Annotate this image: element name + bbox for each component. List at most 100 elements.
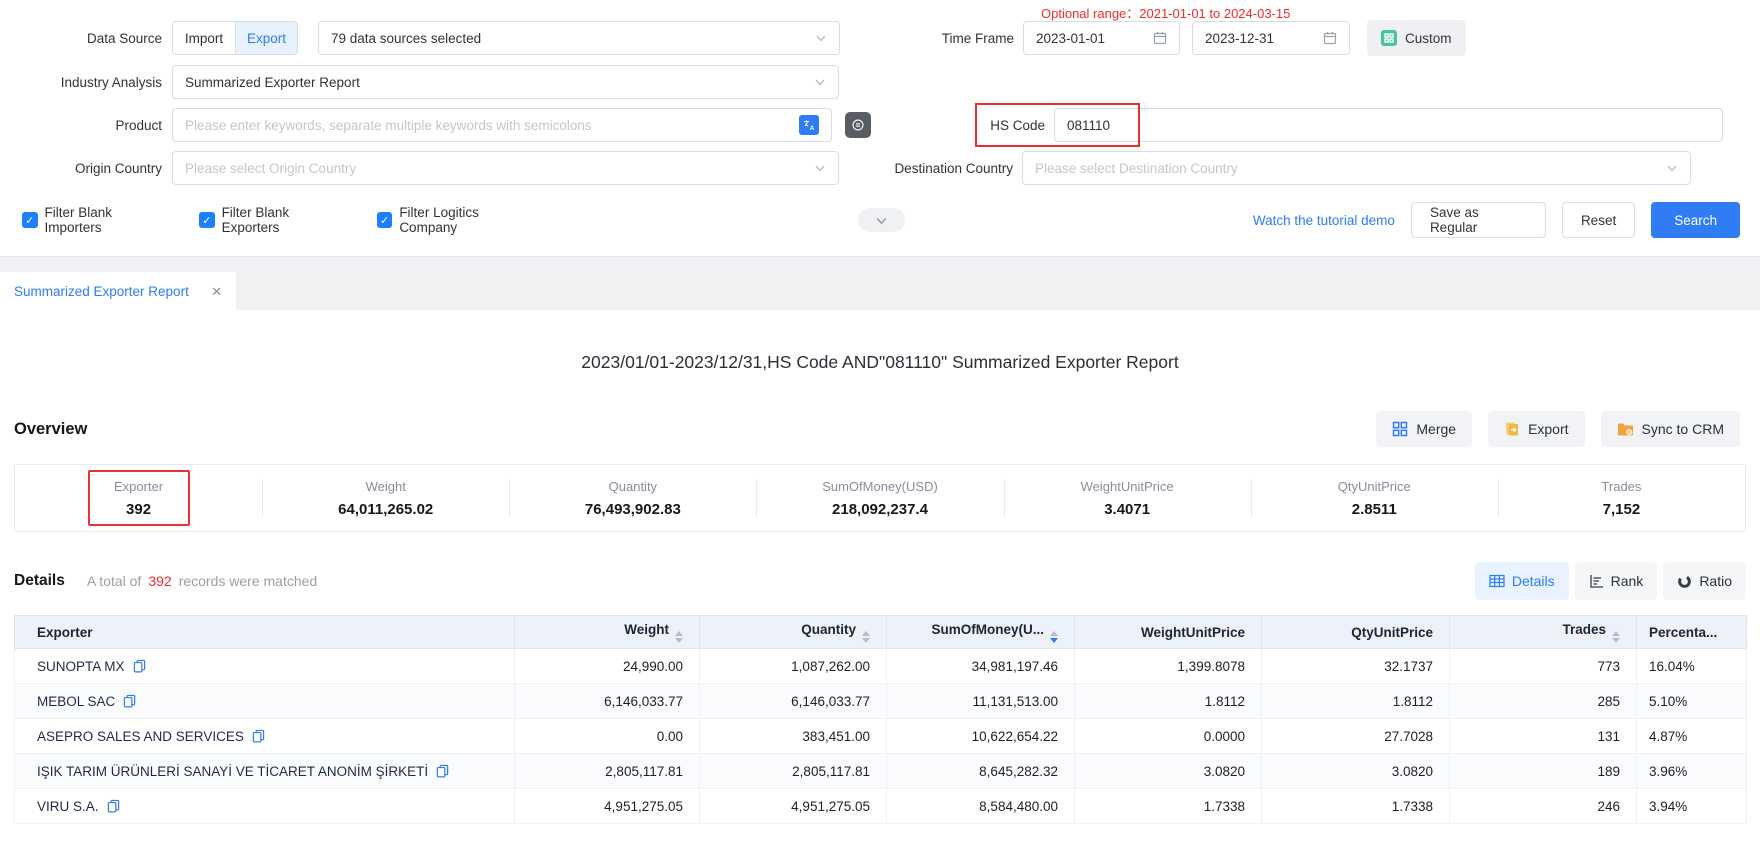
table-row: SUNOPTA MX 24,990.00 1,087,262.00 34,981… <box>15 649 1747 684</box>
destination-country-select[interactable] <box>1022 151 1691 185</box>
data-source-select[interactable]: 79 data sources selected <box>318 21 840 55</box>
chevron-down-icon <box>815 32 827 44</box>
copy-icon[interactable] <box>107 799 120 813</box>
filter-logitics-company-checkbox[interactable]: Filter Logitics Company <box>377 205 536 235</box>
table-icon <box>1489 574 1505 588</box>
quantity-cell: 383,451.00 <box>700 719 887 754</box>
product-keywords-input[interactable]: A <box>172 108 832 142</box>
import-toggle-button[interactable]: Import <box>173 22 235 54</box>
filter-blank-importers-label: Filter Blank Importers <box>45 205 170 235</box>
rank-view-button[interactable]: Rank <box>1575 562 1658 600</box>
industry-analysis-label: Industry Analysis <box>22 75 172 90</box>
percentage-cell: 4.87% <box>1637 719 1747 754</box>
sum-of-money-cell: 11,131,513.00 <box>887 684 1075 719</box>
stat-sum-of-money: SumOfMoney(USD) 218,092,237.4 <box>756 465 1003 531</box>
column-header-weight[interactable]: Weight <box>515 616 700 649</box>
checkbox-checked-icon <box>199 212 215 228</box>
custom-icon <box>1381 30 1397 46</box>
advanced-search-icon[interactable] <box>845 112 871 138</box>
export-label: Export <box>1528 421 1568 437</box>
origin-country-select[interactable] <box>172 151 839 185</box>
qty-unit-price-cell: 32.1737 <box>1262 649 1450 684</box>
details-view-button[interactable]: Details <box>1475 562 1569 600</box>
table-row: VIRU S.A. 4,951,275.05 4,951,275.05 8,58… <box>15 789 1747 824</box>
search-button[interactable]: Search <box>1651 202 1740 238</box>
records-count: 392 <box>148 573 171 589</box>
trades-cell: 131 <box>1450 719 1637 754</box>
industry-analysis-select[interactable]: Summarized Exporter Report <box>172 65 839 99</box>
copy-icon[interactable] <box>436 764 449 778</box>
product-label: Product <box>22 118 172 133</box>
copy-icon[interactable] <box>123 694 136 708</box>
collapse-filters-button[interactable] <box>858 208 905 232</box>
exporter-name-link[interactable]: SUNOPTA MX <box>37 659 125 674</box>
sort-icons[interactable] <box>862 631 870 643</box>
ratio-view-button[interactable]: Ratio <box>1663 562 1746 600</box>
bar-chart-icon <box>1589 574 1604 588</box>
copy-icon[interactable] <box>252 729 265 743</box>
reset-button[interactable]: Reset <box>1562 202 1635 238</box>
chevron-down-icon <box>814 76 826 88</box>
filter-blank-importers-checkbox[interactable]: Filter Blank Importers <box>22 205 169 235</box>
exporter-name-link[interactable]: MEBOL SAC <box>37 694 115 709</box>
quantity-cell: 1,087,262.00 <box>700 649 887 684</box>
stat-value: 76,493,902.83 <box>585 501 681 518</box>
exporter-name-link[interactable]: VIRU S.A. <box>37 799 99 814</box>
save-as-regular-button[interactable]: Save as Regular <box>1411 202 1546 238</box>
tutorial-link[interactable]: Watch the tutorial demo <box>1253 213 1395 228</box>
industry-analysis-value: Summarized Exporter Report <box>185 75 806 90</box>
sort-icons[interactable] <box>1612 631 1620 643</box>
merge-label: Merge <box>1416 421 1456 437</box>
start-date-value[interactable] <box>1036 31 1147 46</box>
merge-grid-icon <box>1392 421 1408 437</box>
merge-button[interactable]: Merge <box>1376 411 1472 447</box>
column-header-trades[interactable]: Trades <box>1450 616 1637 649</box>
destination-country-label: Destination Country <box>890 161 1022 176</box>
stat-label: Quantity <box>609 479 657 494</box>
origin-country-field[interactable] <box>185 161 806 176</box>
column-header-quantity[interactable]: Quantity <box>700 616 887 649</box>
tab-close-icon[interactable]: ✕ <box>211 284 222 300</box>
data-source-selected-text: 79 data sources selected <box>331 31 807 46</box>
destination-country-field[interactable] <box>1035 161 1658 176</box>
exporter-name-link[interactable]: ASEPRO SALES AND SERVICES <box>37 729 244 744</box>
report-content: 2023/01/01-2023/12/31,HS Code AND"081110… <box>0 352 1760 824</box>
export-button[interactable]: Export <box>1488 411 1584 447</box>
weight-unit-price-cell: 3.0820 <box>1075 754 1262 789</box>
chevron-down-icon <box>814 162 826 174</box>
weight-unit-price-cell: 1.7338 <box>1075 789 1262 824</box>
data-source-label: Data Source <box>22 31 172 46</box>
column-header-exporter: Exporter <box>15 616 515 649</box>
hs-code-input[interactable] <box>1054 108 1723 142</box>
end-date-input[interactable] <box>1192 21 1350 55</box>
translate-icon[interactable]: A <box>799 115 819 135</box>
weight-unit-price-cell: 0.0000 <box>1075 719 1262 754</box>
export-toggle-button[interactable]: Export <box>235 22 297 54</box>
rank-view-label: Rank <box>1611 573 1644 589</box>
copy-icon[interactable] <box>133 659 146 673</box>
custom-range-button[interactable]: Custom <box>1367 20 1466 56</box>
trades-cell: 189 <box>1450 754 1637 789</box>
export-document-icon <box>1504 421 1520 437</box>
sort-icons[interactable] <box>675 631 683 643</box>
exporter-name-link[interactable]: IŞIK TARIM ÜRÜNLERİ SANAYİ VE TİCARET AN… <box>37 764 428 779</box>
start-date-input[interactable] <box>1023 21 1180 55</box>
filter-blank-exporters-checkbox[interactable]: Filter Blank Exporters <box>199 205 347 235</box>
sync-to-crm-button[interactable]: Sync to CRM <box>1601 411 1740 447</box>
table-header-row: Exporter Weight Quantity SumOfMoney(U...… <box>15 616 1747 649</box>
product-keywords-field[interactable] <box>185 118 799 133</box>
qty-unit-price-cell: 27.7028 <box>1262 719 1450 754</box>
tab-summarized-exporter-report[interactable]: Summarized Exporter Report ✕ <box>0 272 236 311</box>
column-header-sum-of-money[interactable]: SumOfMoney(U... <box>887 616 1075 649</box>
end-date-value[interactable] <box>1205 31 1317 46</box>
qty-unit-price-cell: 1.8112 <box>1262 684 1450 719</box>
checkbox-checked-icon <box>377 212 393 228</box>
stat-label: WeightUnitPrice <box>1081 479 1174 494</box>
percentage-cell: 5.10% <box>1637 684 1747 719</box>
sort-icons-descending[interactable] <box>1050 631 1058 643</box>
hs-code-field[interactable] <box>1067 118 1710 133</box>
trades-cell: 246 <box>1450 789 1637 824</box>
checkbox-checked-icon <box>22 212 38 228</box>
sync-to-crm-label: Sync to CRM <box>1642 421 1724 437</box>
chevron-down-icon <box>1666 162 1678 174</box>
